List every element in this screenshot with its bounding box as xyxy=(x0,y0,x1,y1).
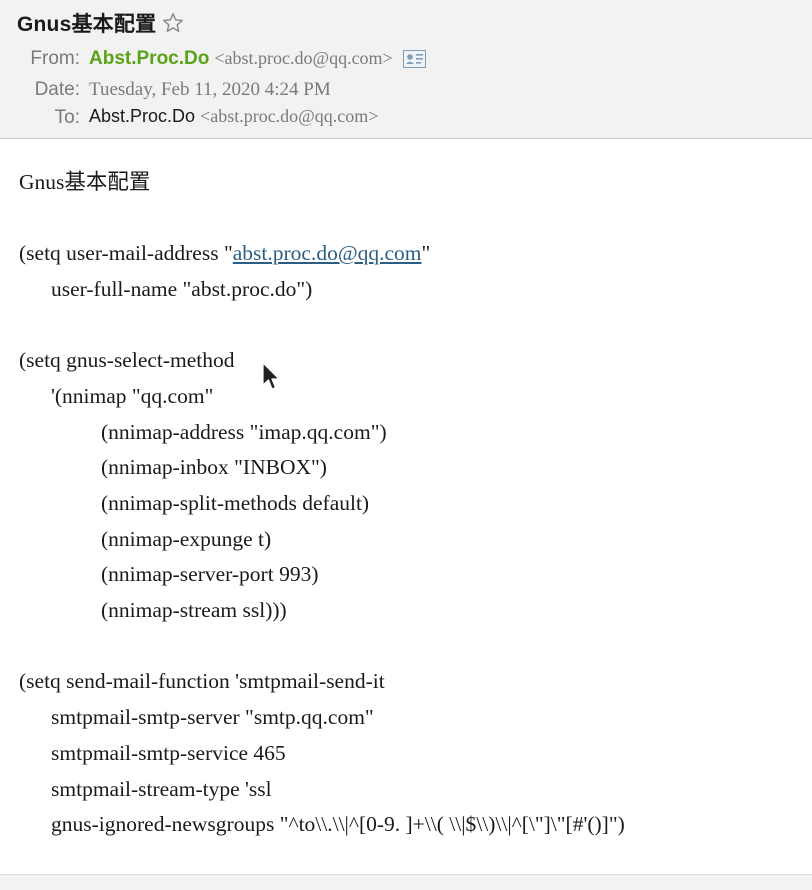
body-line: (nnimap-split-methods default) xyxy=(101,491,370,515)
subject-row: Gnus基本配置 xyxy=(17,8,184,38)
email-link[interactable]: abst.proc.do@qq.com xyxy=(233,241,422,265)
date-label: Date: xyxy=(34,79,80,100)
body-line: (setq gnus-select-method xyxy=(19,348,235,372)
sender-address[interactable]: <abst.proc.do@qq.com> xyxy=(214,48,392,68)
from-label: From: xyxy=(30,48,80,69)
body-line: smtpmail-smtp-server "smtp.qq.com" xyxy=(51,705,374,729)
body-line: user-full-name "abst.proc.do") xyxy=(51,277,313,301)
body-line: (nnimap-address "imap.qq.com") xyxy=(101,420,387,444)
star-icon[interactable] xyxy=(162,12,184,34)
body-line: (nnimap-stream ssl))) xyxy=(101,598,287,622)
recipient-address[interactable]: <abst.proc.do@qq.com> xyxy=(200,106,378,126)
date-value: Tuesday, Feb 11, 2020 4:24 PM xyxy=(89,79,331,100)
body-line: (nnimap-expunge t) xyxy=(101,527,272,551)
body-line: smtpmail-smtp-service 465 xyxy=(51,741,286,765)
mouse-pointer-icon xyxy=(262,362,280,390)
code-text: " xyxy=(421,241,431,265)
footer-bar xyxy=(0,874,812,890)
message-header: Gnus基本配置 From: Abst.Proc.Do <abst.proc.do… xyxy=(0,0,812,139)
to-label: To: xyxy=(54,107,80,128)
body-line: '(nnimap "qq.com" xyxy=(51,384,214,408)
body-line: Gnus基本配置 xyxy=(19,170,151,194)
code-text: (setq user-mail-address " xyxy=(19,241,233,265)
sender-name[interactable]: Abst.Proc.Do xyxy=(89,48,209,69)
body-line: (nnimap-inbox "INBOX") xyxy=(101,455,327,479)
body-line: (setq send-mail-function 'smtpmail-send-… xyxy=(19,669,385,693)
from-value: Abst.Proc.Do <abst.proc.do@qq.com> xyxy=(89,48,426,70)
to-value: Abst.Proc.Do <abst.proc.do@qq.com> xyxy=(89,106,378,127)
body-line: gnus-ignored-newsgroups "^to\\.\\|^[0-9.… xyxy=(51,812,625,836)
contact-card-icon[interactable] xyxy=(402,50,426,69)
body-line: (setq user-mail-address "abst.proc.do@qq… xyxy=(19,235,430,271)
body-line: (nnimap-server-port 993) xyxy=(101,562,319,586)
message-subject: Gnus基本配置 xyxy=(17,13,157,36)
body-line: smtpmail-stream-type 'ssl xyxy=(51,777,272,801)
recipient-name[interactable]: Abst.Proc.Do xyxy=(89,106,195,126)
